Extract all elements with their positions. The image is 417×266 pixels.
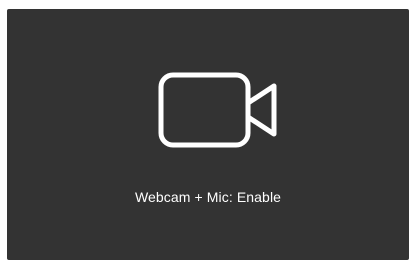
video-camera-icon: [158, 72, 277, 148]
webcam-mic-enable-panel[interactable]: Webcam + Mic: Enable: [7, 9, 409, 260]
webcam-mic-enable-label: Webcam + Mic: Enable: [134, 189, 282, 205]
